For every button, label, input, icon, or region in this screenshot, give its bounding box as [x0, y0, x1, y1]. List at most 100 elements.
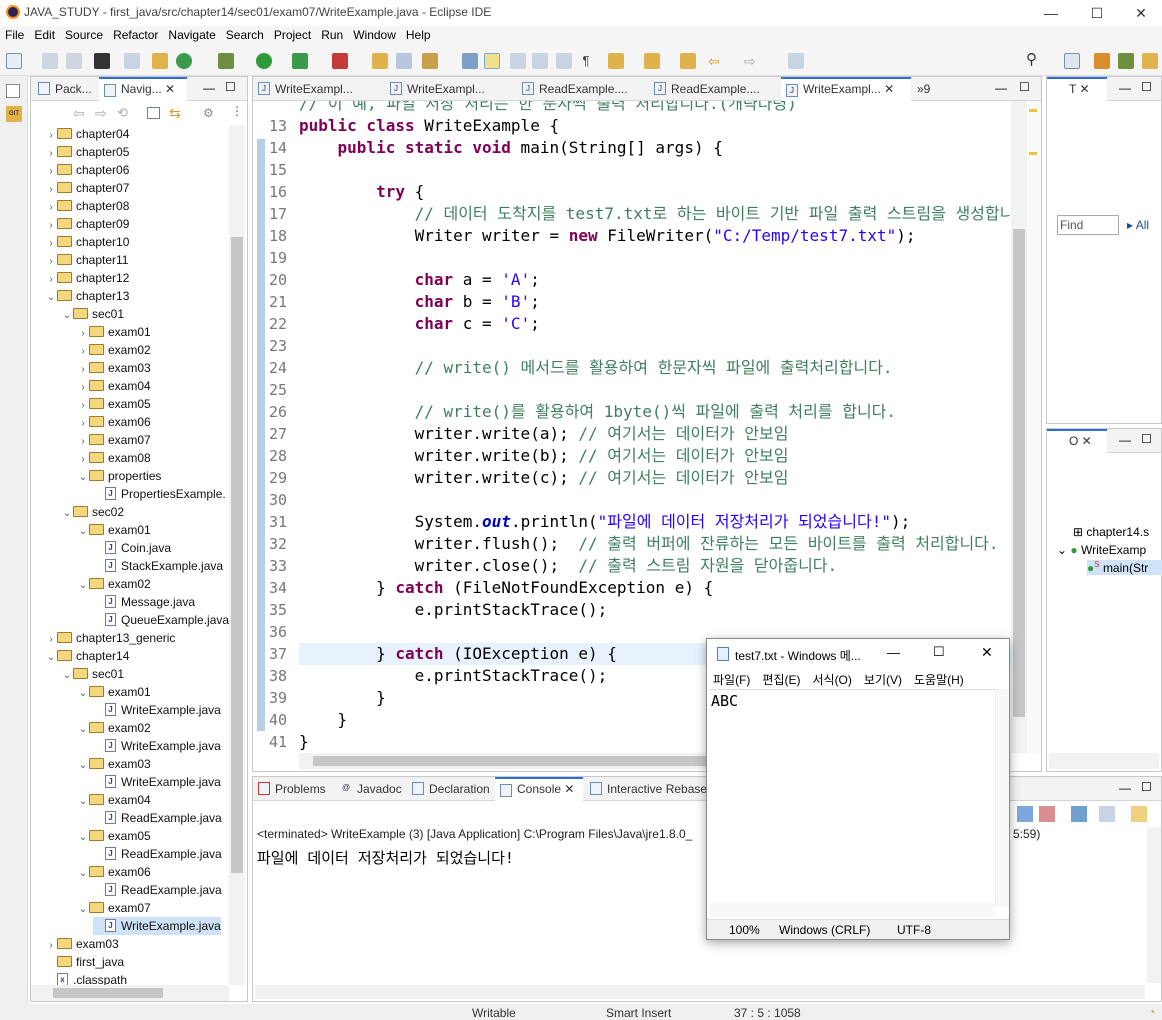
tree-folder[interactable]: ⌄ sec01: [61, 305, 124, 323]
tree-folder[interactable]: › chapter12: [45, 269, 129, 287]
chevron-down-icon[interactable]: ⌄: [77, 901, 89, 919]
close-tab-icon[interactable]: ✕: [1082, 434, 1092, 448]
tree-file[interactable]: J ReadExample.java: [93, 881, 222, 899]
editor-tab-writeexample-active[interactable]: J WriteExampl... ✕: [781, 77, 911, 101]
minimize-view-icon[interactable]: —: [1119, 781, 1131, 795]
tab-problems[interactable]: Problems: [253, 777, 333, 801]
tree-folder[interactable]: ⌄ properties: [77, 467, 162, 485]
chevron-down-icon[interactable]: ⌄: [77, 757, 89, 775]
close-button[interactable]: ✕: [1118, 0, 1162, 26]
chevron-down-icon[interactable]: ⌄: [61, 307, 73, 325]
save-all-icon[interactable]: [66, 53, 82, 69]
tree-folder[interactable]: › chapter06: [45, 161, 129, 179]
notepad-minimize-button[interactable]: —: [887, 645, 900, 660]
notepad-menu-item[interactable]: 보기(V): [864, 673, 902, 687]
editor-vscrollbar[interactable]: [1011, 101, 1027, 753]
link-editor-icon[interactable]: ⇆: [169, 105, 181, 122]
skip-breakpoints-icon[interactable]: [124, 53, 140, 69]
tab-outline[interactable]: O ✕: [1047, 429, 1107, 453]
run-icon[interactable]: [256, 53, 272, 69]
tab-package-explorer[interactable]: Pack...: [33, 77, 97, 101]
filter-icon[interactable]: ⚙: [203, 106, 214, 120]
show-whitespace-icon[interactable]: [556, 53, 572, 69]
tree-folder[interactable]: ⌄ exam05: [77, 827, 151, 845]
notepad-close-button[interactable]: ✕: [981, 644, 993, 661]
tree-file[interactable]: J WriteExample.java: [93, 917, 221, 935]
tree-folder[interactable]: ⌄ chapter13: [45, 287, 130, 307]
next-annotation-icon[interactable]: [608, 53, 624, 69]
menu-window[interactable]: Window: [348, 26, 401, 44]
chevron-down-icon[interactable]: ⌄: [77, 577, 89, 595]
scroll-lock-icon[interactable]: [1017, 806, 1033, 822]
tree-folder[interactable]: › exam04: [77, 377, 150, 395]
notepad-menu-item[interactable]: 도움말(H): [914, 673, 964, 687]
tree-file[interactable]: J Message.java: [93, 593, 195, 611]
maximize-view-icon[interactable]: ☐: [1141, 80, 1152, 94]
tree-file[interactable]: J QueueExample.java: [93, 611, 229, 629]
minimize-view-icon[interactable]: —: [1119, 433, 1131, 447]
highlight-icon[interactable]: [484, 53, 500, 69]
chevron-down-icon[interactable]: ⌄: [77, 865, 89, 883]
tree-folder[interactable]: › exam05: [77, 395, 150, 413]
more-tabs-button[interactable]: »9: [913, 77, 953, 101]
tab-console[interactable]: Console ✕: [495, 777, 583, 801]
outline-item-class[interactable]: ⌄ ● WriteExamp: [1057, 543, 1146, 557]
tab-javadoc[interactable]: @ Javadoc: [335, 777, 405, 801]
tree-folder[interactable]: › chapter08: [45, 197, 129, 215]
chevron-down-icon[interactable]: ⌄: [77, 793, 89, 811]
menu-navigate[interactable]: Navigate: [163, 26, 220, 44]
explorer-vscrollbar[interactable]: [229, 125, 245, 985]
warning-marker[interactable]: [1029, 152, 1037, 155]
tree-folder[interactable]: › exam01: [77, 323, 150, 341]
maximize-view-icon[interactable]: ☐: [1141, 780, 1152, 794]
scroll-thumb[interactable]: [231, 237, 243, 873]
console-vscrollbar[interactable]: [1147, 827, 1161, 983]
minimize-view-icon[interactable]: —: [203, 81, 215, 95]
minimize-view-icon[interactable]: —: [995, 81, 1007, 95]
outline-hscrollbar[interactable]: [1049, 753, 1159, 769]
tree-folder[interactable]: ⌄ exam07: [77, 899, 151, 917]
menu-file[interactable]: File: [0, 26, 29, 44]
notepad-menu-item[interactable]: 서식(O): [812, 673, 851, 687]
forward-icon[interactable]: ⇨: [744, 53, 760, 69]
tab-declaration[interactable]: Declaration: [407, 777, 493, 801]
back-nav-icon[interactable]: ⇦: [73, 105, 85, 122]
git-repositories-icon[interactable]: GIT: [6, 106, 22, 122]
display-console-icon[interactable]: [1099, 806, 1115, 822]
tree-folder[interactable]: ⌄ exam01: [77, 521, 151, 539]
tab-task-list[interactable]: T ✕: [1047, 77, 1107, 101]
tree-file[interactable]: J StackExample.java: [93, 557, 223, 575]
new-java-project-icon[interactable]: [152, 53, 168, 69]
tree-folder[interactable]: ⌄ exam02: [77, 575, 151, 593]
pin-console-icon[interactable]: [1071, 806, 1087, 822]
maximize-view-icon[interactable]: ☐: [1019, 80, 1030, 94]
close-tab-icon[interactable]: ✕: [1079, 82, 1089, 96]
editor-tab-readexample-2[interactable]: J ReadExample....: [649, 77, 779, 101]
scroll-thumb[interactable]: [313, 756, 753, 766]
debug-icon[interactable]: [218, 53, 234, 69]
tree-folder[interactable]: ⌄ exam03: [77, 755, 151, 773]
chevron-down-icon[interactable]: ⌄: [45, 289, 57, 307]
tree-folder[interactable]: ⌄ exam01: [77, 683, 151, 701]
search-tool-icon[interactable]: [422, 53, 438, 69]
notepad-text-area[interactable]: ABC: [709, 689, 995, 907]
block-select-icon[interactable]: [510, 53, 526, 69]
tree-file[interactable]: J ReadExample.java: [93, 845, 222, 863]
maximize-view-icon[interactable]: ☐: [225, 80, 236, 94]
menu-source[interactable]: Source: [60, 26, 108, 44]
debug-perspective-icon[interactable]: [1118, 53, 1134, 69]
tree-folder[interactable]: › exam06: [77, 413, 150, 431]
view-menu-icon[interactable]: ⋮: [231, 104, 243, 118]
outline-item-package[interactable]: ⊞ chapter14.s: [1073, 525, 1149, 539]
tree-folder[interactable]: › chapter05: [45, 143, 129, 161]
tree-folder[interactable]: ⌄ chapter14: [45, 647, 130, 665]
remove-launches-icon[interactable]: [1039, 806, 1055, 822]
menu-run[interactable]: Run: [316, 26, 348, 44]
notepad-vscrollbar[interactable]: [995, 689, 1009, 907]
tip-icon[interactable]: ◔: [1148, 1005, 1155, 1019]
minimize-button[interactable]: —: [1028, 0, 1074, 26]
save-icon[interactable]: [42, 53, 58, 69]
tree-folder[interactable]: › chapter13_generic: [45, 629, 175, 647]
maximize-view-icon[interactable]: ☐: [1141, 432, 1152, 446]
close-tab-icon[interactable]: ✕: [165, 82, 175, 96]
